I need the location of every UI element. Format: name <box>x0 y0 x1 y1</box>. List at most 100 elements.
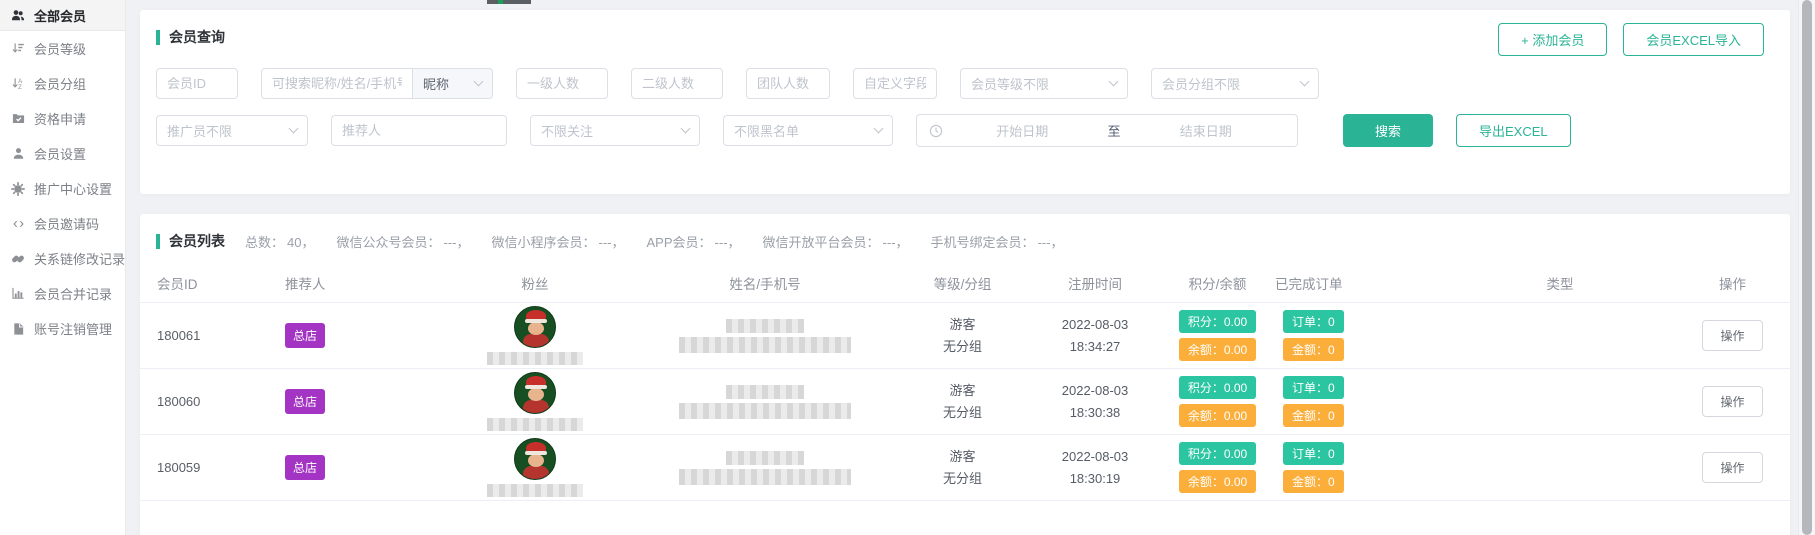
censored-nickname <box>487 418 583 431</box>
member-id: 180060 <box>140 394 285 409</box>
censored-name-phone <box>635 385 895 419</box>
custom-field-input[interactable] <box>853 68 937 99</box>
member-group: 无分组 <box>895 402 1030 423</box>
row-action-button[interactable]: 操作 <box>1702 452 1762 483</box>
censored-nickname <box>487 352 583 365</box>
excel-import-button[interactable]: 会员EXCEL导入 <box>1623 23 1764 56</box>
level1-count-input[interactable] <box>516 68 608 99</box>
col-action: 操作 <box>1675 264 1790 302</box>
referrer-badge: 总店 <box>285 389 325 414</box>
orders-badge: 订单：0 <box>1283 376 1344 399</box>
clock-icon <box>929 124 943 138</box>
sort-alpha-icon: AZ <box>10 76 26 91</box>
stat-open-platform: 微信开放平台会员：---， <box>763 232 912 251</box>
sidebar-item-label: 关系链修改记录 <box>34 249 125 268</box>
register-time: 18:34:27 <box>1030 336 1160 357</box>
sidebar-item-qualification[interactable]: 资格申请 <box>0 101 125 136</box>
sidebar-item-label: 会员分组 <box>34 74 86 93</box>
sidebar-item-invite-code[interactable]: 会员邀请码 <box>0 206 125 241</box>
team-count-input[interactable] <box>746 68 830 99</box>
avatar <box>514 306 556 348</box>
points-badge: 积分：0.00 <box>1179 442 1256 465</box>
sidebar-item-merge-log[interactable]: 会员合并记录 <box>0 276 125 311</box>
referrer-input[interactable] <box>331 115 507 146</box>
list-panel-title: 会员列表 <box>169 231 225 251</box>
follow-filter-select[interactable]: 不限关注 <box>530 115 700 146</box>
sidebar-item-label: 资格申请 <box>34 109 86 128</box>
member-level: 游客 <box>895 314 1030 335</box>
col-member-id: 会员ID <box>140 264 285 302</box>
stat-phone-bound: 手机号绑定会员：---， <box>931 232 1067 251</box>
register-time: 18:30:19 <box>1030 468 1160 489</box>
add-member-button[interactable]: + 添加会员 <box>1498 23 1607 56</box>
sidebar-item-member-groups[interactable]: AZ 会员分组 <box>0 66 125 101</box>
col-level-group: 等级/分组 <box>895 264 1030 302</box>
sidebar-item-account-cancellation[interactable]: 账号注销管理 <box>0 311 125 346</box>
member-level-value: 会员等级不限 <box>971 74 1049 93</box>
member-list-panel: 会员列表 总数：40， 微信公众号会员：---， 微信小程序会员：---， AP… <box>140 214 1790 535</box>
scrollbar-thumb[interactable] <box>1802 0 1812 535</box>
follow-filter-value: 不限关注 <box>541 121 593 140</box>
member-id-input[interactable] <box>156 68 238 99</box>
tab-favicon-dot <box>498 0 503 4</box>
member-level: 游客 <box>895 380 1030 401</box>
sidebar: 全部会员 会员等级 AZ 会员分组 资格申请 会员设置 推广中心设置 会员邀请码… <box>0 0 126 535</box>
member-stats: 总数：40， 微信公众号会员：---， 微信小程序会员：---， APP会员：-… <box>245 232 1067 251</box>
table-row: 180061 总店 游客无分组 2022-08-0318:34:27 积分：0.… <box>140 303 1790 369</box>
sidebar-item-all-members[interactable]: 全部会员 <box>0 0 125 31</box>
sidebar-item-label: 会员邀请码 <box>34 214 99 233</box>
title-accent-bar <box>156 30 160 45</box>
orders-badge: 订单：0 <box>1283 310 1344 333</box>
register-daterange-picker[interactable]: 开始日期 至 结束日期 <box>916 114 1298 147</box>
title-accent-bar <box>156 234 160 249</box>
browser-tab-remnant <box>487 0 531 4</box>
vertical-scrollbar[interactable] <box>1798 0 1815 535</box>
censored-name-phone <box>635 451 895 485</box>
col-points-balance: 积分/余额 <box>1160 264 1275 302</box>
svg-text:Z: Z <box>18 85 22 90</box>
keyword-input[interactable] <box>261 68 413 99</box>
blacklist-filter-select[interactable]: 不限黑名单 <box>723 115 893 146</box>
amount-badge: 金额：0 <box>1283 338 1344 361</box>
start-date-placeholder: 开始日期 <box>943 121 1102 140</box>
bar-chart-icon <box>10 286 26 301</box>
chevron-down-icon <box>1109 77 1119 87</box>
sidebar-item-label: 会员合并记录 <box>34 284 112 303</box>
promoter-select[interactable]: 推广员不限 <box>156 115 308 146</box>
sidebar-item-label: 全部会员 <box>34 6 86 25</box>
daterange-separator: 至 <box>1102 121 1127 140</box>
level2-count-input[interactable] <box>631 68 723 99</box>
user-icon <box>10 146 26 161</box>
avatar <box>514 438 556 480</box>
sidebar-item-member-levels[interactable]: 会员等级 <box>0 31 125 66</box>
member-group-select[interactable]: 会员分组不限 <box>1151 68 1319 99</box>
member-level-select[interactable]: 会员等级不限 <box>960 68 1128 99</box>
search-button[interactable]: 搜索 <box>1343 114 1433 147</box>
users-icon <box>10 8 26 23</box>
col-reg-time: 注册时间 <box>1030 264 1160 302</box>
stat-total: 总数：40， <box>245 232 317 251</box>
points-badge: 积分：0.00 <box>1179 310 1256 333</box>
link-icon <box>10 251 26 266</box>
sidebar-item-relation-log[interactable]: 关系链修改记录 <box>0 241 125 276</box>
register-date: 2022-08-03 <box>1030 446 1160 467</box>
col-referrer: 推荐人 <box>285 264 435 302</box>
folder-check-icon <box>10 111 26 126</box>
col-fans: 粉丝 <box>435 264 635 302</box>
export-excel-button[interactable]: 导出EXCEL <box>1456 114 1571 147</box>
row-action-button[interactable]: 操作 <box>1702 386 1762 417</box>
table-header-row: 会员ID 推荐人 粉丝 姓名/手机号 等级/分组 注册时间 积分/余额 已完成订… <box>140 264 1790 303</box>
member-group: 无分组 <box>895 468 1030 489</box>
end-date-placeholder: 结束日期 <box>1127 121 1286 140</box>
balance-badge: 余额：0.00 <box>1179 470 1256 493</box>
sidebar-item-promotion-settings[interactable]: 推广中心设置 <box>0 171 125 206</box>
sidebar-item-member-settings[interactable]: 会员设置 <box>0 136 125 171</box>
col-name-phone: 姓名/手机号 <box>635 264 895 302</box>
sort-amount-icon <box>10 41 26 56</box>
referrer-badge: 总店 <box>285 323 325 348</box>
table-row: 180060 总店 游客无分组 2022-08-0318:30:38 积分：0.… <box>140 369 1790 435</box>
col-completed-orders: 已完成订单 <box>1275 264 1445 302</box>
gear-icon <box>10 181 26 196</box>
nickname-type-select[interactable]: 昵称 <box>413 68 493 99</box>
row-action-button[interactable]: 操作 <box>1702 320 1762 351</box>
